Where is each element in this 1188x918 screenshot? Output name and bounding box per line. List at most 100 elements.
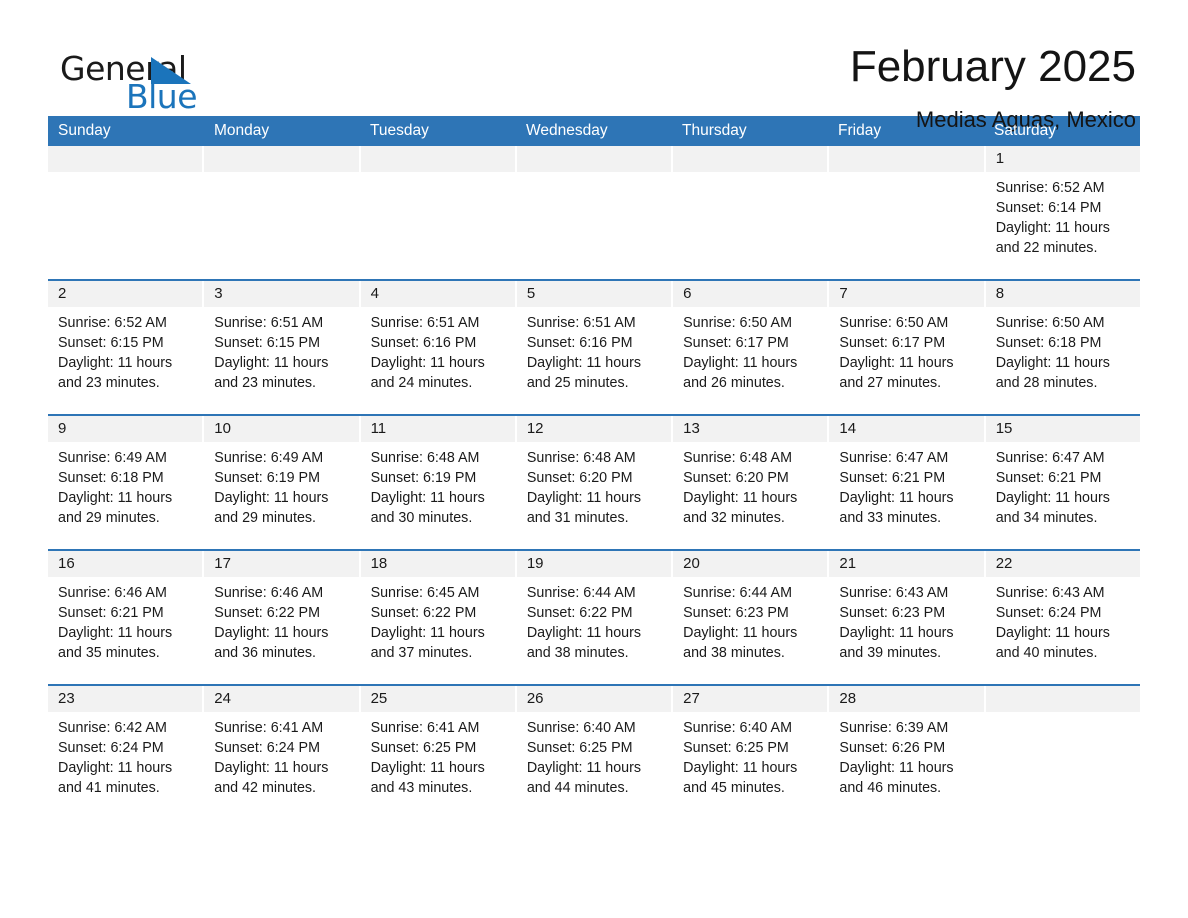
day-cell[interactable]: 10 Sunrise: 6:49 AM Sunset: 6:19 PM Dayligh… [204,416,361,549]
day-cell[interactable]: 14 Sunrise: 6:47 AM Sunset: 6:21 PM Dayligh… [829,416,986,549]
day-number [516,146,672,172]
daylight-text: Daylight: 11 hours and 43 minutes. [370,760,485,796]
day-details: Sunrise: 6:48 AM Sunset: 6:20 PM Daylight:… [517,442,671,528]
day-cell-empty [829,146,986,279]
daylight-text: Daylight: 11 hours and 25 minutes. [526,355,642,391]
day-cell[interactable]: 4 Sunrise: 6:51 AM Sunset: 6:16 PM Daylight… [360,281,517,414]
day-cell[interactable]: 26 Sunrise: 6:40 AM Sunset: 6:25 PM Dayligh… [516,686,674,819]
day-cell[interactable]: 27 Sunrise: 6:40 AM Sunset: 6:25 PM Dayligh… [673,686,830,819]
day-number: 21 [829,551,984,577]
sunrise-text: Sunrise: 6:42 AM [58,720,167,736]
day-number: 1 [985,146,1140,172]
day-cell[interactable]: 23 Sunrise: 6:42 AM Sunset: 6:24 PM Dayligh… [48,686,205,819]
daylight-text: Daylight: 11 hours and 44 minutes. [526,760,642,796]
day-number: 6 [673,281,828,307]
sunrise-text: Sunrise: 6:50 AM [839,315,949,331]
daylight-text: Daylight: 11 hours and 34 minutes. [995,490,1110,526]
day-cell[interactable]: 18 Sunrise: 6:45 AM Sunset: 6:22 PM Dayligh… [360,551,517,684]
sunset-text: Sunset: 6:26 PM [839,740,946,756]
day-cell[interactable]: 25 Sunrise: 6:41 AM Sunset: 6:25 PM Dayligh… [360,686,517,819]
logo-text-blue: Blue [126,77,198,116]
day-cell[interactable]: 1 Sunrise: 6:52 AM Sunset: 6:14 PM Daylight… [985,146,1140,279]
sunrise-text: Sunrise: 6:41 AM [370,720,480,736]
day-cell[interactable]: 12 Sunrise: 6:48 AM Sunset: 6:20 PM Dayligh… [516,416,674,549]
day-number: 28 [829,686,984,712]
sunrise-text: Sunrise: 6:43 AM [995,585,1105,601]
sunset-text: Sunset: 6:17 PM [683,335,789,351]
day-cell[interactable]: 3 Sunrise: 6:51 AM Sunset: 6:15 PM Daylight… [204,281,361,414]
daylight-text: Daylight: 11 hours and 23 minutes. [58,355,173,391]
sunrise-text: Sunrise: 6:48 AM [683,450,792,466]
day-details: Sunrise: 6:47 AM Sunset: 6:21 PM Daylight:… [829,442,983,528]
day-cell[interactable]: 6 Sunrise: 6:50 AM Sunset: 6:17 PM Daylight… [673,281,830,414]
day-details: Sunrise: 6:42 AM Sunset: 6:24 PM Daylight:… [48,712,202,798]
day-details: Sunrise: 6:50 AM Sunset: 6:17 PM Daylight:… [673,307,827,393]
weekday-header-thursday: Thursday [682,122,747,139]
page-title: February 2025 [849,42,1136,91]
day-cell[interactable]: 21 Sunrise: 6:43 AM Sunset: 6:23 PM Dayligh… [829,551,986,684]
sunset-text: Sunset: 6:18 PM [995,335,1102,351]
weekday-header-monday: Monday [214,122,270,139]
day-cell[interactable]: 15 Sunrise: 6:47 AM Sunset: 6:21 PM Dayligh… [985,416,1140,549]
sunset-text: Sunset: 6:23 PM [683,605,789,621]
day-details: Sunrise: 6:52 AM Sunset: 6:15 PM Daylight:… [48,307,202,393]
day-number: 15 [985,416,1140,442]
daylight-text: Daylight: 11 hours and 27 minutes. [839,355,954,391]
day-number: 16 [48,551,203,577]
day-details: Sunrise: 6:45 AM Sunset: 6:22 PM Daylight:… [361,577,515,663]
day-cell[interactable]: 28 Sunrise: 6:39 AM Sunset: 6:26 PM Dayligh… [829,686,986,819]
day-number: 19 [516,551,672,577]
sunset-text: Sunset: 6:25 PM [526,740,633,756]
daylight-text: Daylight: 11 hours and 42 minutes. [214,760,329,796]
day-details: Sunrise: 6:44 AM Sunset: 6:22 PM Daylight:… [517,577,671,663]
day-number: 3 [204,281,359,307]
sunrise-text: Sunrise: 6:47 AM [839,450,949,466]
day-details: Sunrise: 6:40 AM Sunset: 6:25 PM Daylight:… [673,712,827,798]
calendar-weeks: 1 Sunrise: 6:52 AM Sunset: 6:14 PM Daylight… [48,146,1140,819]
sunset-text: Sunset: 6:19 PM [370,470,477,486]
sunset-text: Sunset: 6:22 PM [370,605,477,621]
daylight-text: Daylight: 11 hours and 24 minutes. [370,355,485,391]
daylight-text: Daylight: 11 hours and 46 minutes. [839,760,954,796]
day-number: 5 [516,281,672,307]
daylight-text: Daylight: 11 hours and 29 minutes. [58,490,173,526]
day-cell[interactable]: 17 Sunrise: 6:46 AM Sunset: 6:22 PM Dayligh… [204,551,361,684]
day-cell[interactable]: 13 Sunrise: 6:48 AM Sunset: 6:20 PM Dayligh… [673,416,830,549]
sunrise-text: Sunrise: 6:44 AM [683,585,792,601]
sunrise-text: Sunrise: 6:51 AM [526,315,636,331]
sunset-text: Sunset: 6:16 PM [526,335,633,351]
day-cell[interactable]: 24 Sunrise: 6:41 AM Sunset: 6:24 PM Dayligh… [204,686,361,819]
generalblue-logo[interactable]: General Blue [48,44,248,116]
day-cell[interactable]: 20 Sunrise: 6:44 AM Sunset: 6:23 PM Dayligh… [673,551,830,684]
day-cell[interactable]: 8 Sunrise: 6:50 AM Sunset: 6:18 PM Daylight… [985,281,1140,414]
daylight-text: Daylight: 11 hours and 29 minutes. [214,490,329,526]
calendar-week-row: 2 Sunrise: 6:52 AM Sunset: 6:15 PM Daylight… [48,279,1140,414]
weekday-header-friday: Friday [838,122,882,139]
day-cell[interactable]: 22 Sunrise: 6:43 AM Sunset: 6:24 PM Dayligh… [985,551,1140,684]
sunrise-text: Sunrise: 6:52 AM [995,180,1105,196]
day-cell[interactable]: 9 Sunrise: 6:49 AM Sunset: 6:18 PM Daylight… [48,416,205,549]
day-cell[interactable]: 16 Sunrise: 6:46 AM Sunset: 6:21 PM Dayligh… [48,551,205,684]
day-cell[interactable]: 5 Sunrise: 6:51 AM Sunset: 6:16 PM Daylight… [516,281,674,414]
sunrise-text: Sunrise: 6:40 AM [683,720,792,736]
day-details: Sunrise: 6:51 AM Sunset: 6:16 PM Daylight:… [361,307,515,393]
daylight-text: Daylight: 11 hours and 38 minutes. [526,625,642,661]
day-cell-empty [360,146,517,279]
day-details: Sunrise: 6:50 AM Sunset: 6:17 PM Daylight:… [829,307,983,393]
day-cell[interactable]: 7 Sunrise: 6:50 AM Sunset: 6:17 PM Daylight… [829,281,986,414]
daylight-text: Daylight: 11 hours and 28 minutes. [995,355,1110,391]
day-cell[interactable]: 11 Sunrise: 6:48 AM Sunset: 6:19 PM Dayligh… [360,416,517,549]
sunset-text: Sunset: 6:17 PM [839,335,946,351]
sunrise-text: Sunrise: 6:47 AM [995,450,1105,466]
day-number: 12 [516,416,672,442]
day-cell-empty [985,686,1140,819]
sunrise-text: Sunrise: 6:51 AM [370,315,480,331]
daylight-text: Daylight: 11 hours and 37 minutes. [370,625,485,661]
sunrise-text: Sunrise: 6:52 AM [58,315,167,331]
day-cell[interactable]: 2 Sunrise: 6:52 AM Sunset: 6:15 PM Daylight… [48,281,205,414]
sunset-text: Sunset: 6:14 PM [995,200,1102,216]
day-number: 20 [673,551,828,577]
day-details: Sunrise: 6:50 AM Sunset: 6:18 PM Daylight:… [986,307,1140,393]
day-cell[interactable]: 19 Sunrise: 6:44 AM Sunset: 6:22 PM Dayligh… [516,551,674,684]
day-details: Sunrise: 6:46 AM Sunset: 6:21 PM Daylight:… [48,577,202,663]
